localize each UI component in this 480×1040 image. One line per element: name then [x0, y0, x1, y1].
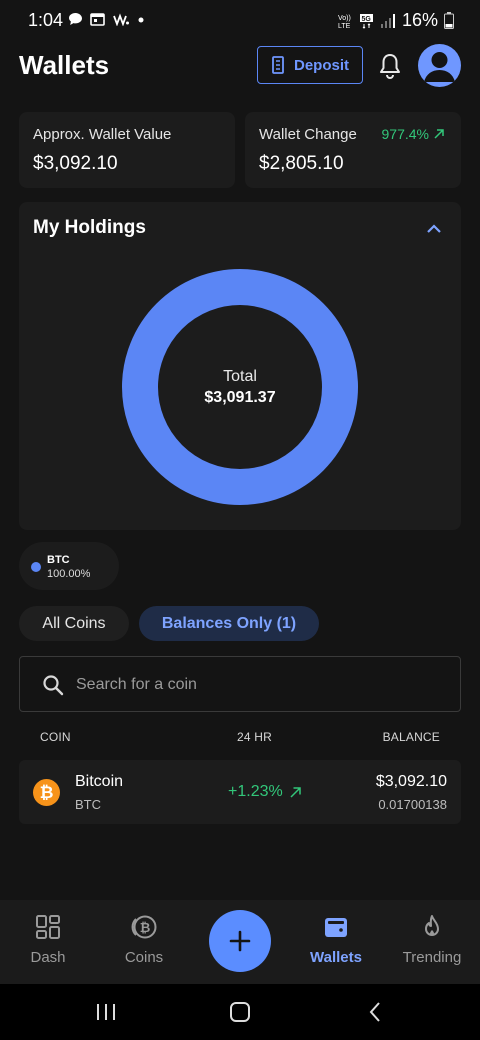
battery-percent: 16%: [401, 10, 438, 30]
coin-change-value: +1.23%: [228, 783, 283, 800]
notification-bell-icon[interactable]: [377, 52, 403, 80]
svg-text:5G: 5G: [361, 16, 371, 23]
search-input[interactable]: [76, 667, 446, 703]
signal-icon: [380, 13, 395, 28]
battery-icon: [444, 12, 454, 29]
bitcoin-icon: ₿: [33, 779, 60, 806]
legend-percent: 100.00%: [47, 568, 91, 580]
page-title: Wallets: [19, 50, 110, 80]
wallet-change-label: Wallet Change: [259, 126, 357, 143]
nav-item-trending[interactable]: Trending: [384, 914, 480, 966]
coin-quantity: 0.01700138: [378, 797, 447, 812]
notification-icons: [68, 12, 145, 26]
coin-name: Bitcoin: [75, 773, 124, 790]
calendar-icon: [90, 13, 105, 26]
coin-symbol: BTC: [75, 797, 101, 812]
status-time: 1:04: [28, 10, 64, 30]
search-box[interactable]: [19, 656, 461, 712]
column-header-24hr[interactable]: 24 HR: [237, 730, 272, 744]
user-icon: [424, 52, 455, 82]
wallet-icon: [325, 918, 347, 937]
nav-label-wallets: Wallets: [310, 949, 362, 966]
nav-item-dash[interactable]: Dash: [0, 914, 96, 966]
wallet-change-percent-value: 977.4%: [381, 126, 429, 142]
add-button[interactable]: [209, 910, 271, 972]
table-row[interactable]: ₿ Bitcoin BTC +1.23% $3,092.10 0.0170013…: [19, 760, 461, 824]
search-icon: [43, 675, 64, 696]
avatar[interactable]: [418, 44, 461, 87]
column-header-balance[interactable]: BALANCE: [383, 730, 440, 744]
wallet-change-percent: 977.4%: [382, 126, 445, 142]
arrow-up-right-icon: [434, 129, 444, 139]
donut-center: Total $3,091.37: [119, 266, 361, 508]
holdings-title: My Holdings: [33, 217, 146, 238]
grid-icon: [36, 915, 60, 939]
plus-icon: [229, 930, 251, 952]
arrow-up-right-icon: [290, 786, 301, 798]
bottom-nav: Dash ₿ Coins Wallets Trending: [0, 900, 480, 984]
donut-total-value: $3,091.37: [204, 388, 276, 406]
nav-label-trending: Trending: [402, 949, 462, 966]
coin-balance: $3,092.10: [375, 773, 447, 790]
wallet-value-card: Approx. Wallet Value $3,092.10: [19, 112, 235, 188]
nav-label-coins: Coins: [124, 949, 164, 966]
wallet-value: $3,092.10: [33, 153, 118, 174]
bitcoin-symbol: ₿: [40, 783, 54, 803]
svg-text:LTE: LTE: [338, 23, 351, 29]
donut-total-label: Total: [223, 367, 257, 385]
deposit-label: Deposit: [293, 56, 349, 74]
chat-icon: [69, 13, 82, 25]
flame-icon: [425, 915, 439, 936]
coin-24hr-change: +1.23%: [228, 783, 302, 801]
svg-text:Vo)): Vo)): [338, 15, 351, 22]
dot-icon: [138, 17, 144, 23]
system-status: Vo)) LTE 5G 16%: [338, 10, 454, 31]
svg-text:₿: ₿: [40, 783, 54, 803]
volte-icon: Vo))LTE: [338, 15, 351, 29]
wallet-change-value: $2,805.10: [259, 153, 344, 174]
nav-item-coins[interactable]: ₿ Coins: [96, 914, 192, 966]
coins-icon: ₿: [131, 915, 157, 939]
recent-apps-icon[interactable]: [92, 998, 120, 1026]
holdings-card: My Holdings Total $3,091.37: [19, 202, 461, 530]
system-nav-bar: [0, 984, 480, 1040]
back-icon[interactable]: [361, 998, 389, 1026]
5g-icon: 5G: [359, 13, 373, 29]
wallet-value-label: Approx. Wallet Value: [33, 126, 172, 143]
tab-all-coins[interactable]: All Coins: [19, 606, 129, 641]
svg-text:₿: ₿: [140, 921, 151, 936]
status-bar: 1:04 Vo)) LTE 5G 16%: [0, 0, 480, 42]
deposit-button[interactable]: Deposit: [257, 46, 363, 84]
money-stack-icon: [272, 56, 284, 74]
nav-label-dash: Dash: [30, 949, 66, 966]
home-icon[interactable]: [226, 998, 254, 1026]
legend-color-dot: [31, 562, 41, 572]
chevron-up-icon[interactable]: [424, 219, 444, 239]
legend-item-btc[interactable]: BTC 100.00%: [19, 542, 119, 590]
column-header-coin[interactable]: COIN: [40, 730, 71, 744]
tab-balances-only[interactable]: Balances Only (1): [139, 606, 319, 641]
legend-symbol: BTC: [47, 554, 70, 566]
wifi-calling-icon: [113, 13, 129, 26]
wallet-change-card: Wallet Change 977.4% $2,805.10: [245, 112, 461, 188]
nav-item-wallets[interactable]: Wallets: [288, 914, 384, 966]
wallets-screen: 1:04 Vo))LTE 5G 16% Wallets Deposit App: [0, 0, 480, 1040]
